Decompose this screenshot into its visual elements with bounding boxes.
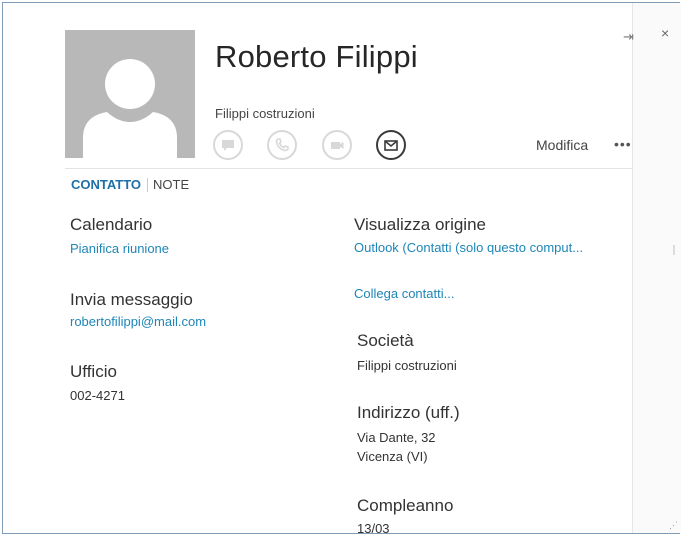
contact-card: Roberto Filippi Filippi costruzioni Modi… bbox=[3, 3, 633, 536]
chat-icon[interactable] bbox=[213, 130, 243, 160]
message-section: Invia messaggio robertofilippi@mail.com bbox=[70, 290, 206, 329]
avatar bbox=[65, 30, 195, 158]
address-line-2: Vicenza (VI) bbox=[357, 449, 428, 464]
company-section: Società Filippi costruzioni bbox=[357, 331, 457, 375]
address-label: Indirizzo (uff.) bbox=[357, 403, 460, 422]
schedule-meeting-link[interactable]: Pianifica riunione bbox=[70, 241, 169, 256]
contact-card-window: Roberto Filippi Filippi costruzioni Modi… bbox=[2, 2, 681, 536]
company-value: Filippi costruzioni bbox=[357, 358, 457, 373]
birthday-value: 13/03 bbox=[357, 521, 390, 536]
calendar-section: Calendario Pianifica riunione bbox=[70, 215, 169, 256]
side-panel-divider bbox=[673, 245, 675, 255]
birthday-label: Compleanno bbox=[357, 496, 454, 515]
message-label: Invia messaggio bbox=[70, 290, 193, 309]
more-options-button[interactable]: ••• bbox=[614, 136, 632, 152]
email-link[interactable]: robertofilippi@mail.com bbox=[70, 314, 206, 329]
tab-separator bbox=[147, 177, 149, 192]
office-phone: 002-4271 bbox=[70, 388, 125, 403]
tab-bar: CONTATTO NOTE bbox=[71, 177, 189, 194]
source-link[interactable]: Outlook (Contatti (solo questo comput... bbox=[354, 240, 583, 255]
header-divider bbox=[65, 168, 633, 169]
tab-note[interactable]: NOTE bbox=[153, 177, 189, 192]
calendar-label: Calendario bbox=[70, 215, 153, 234]
contact-name: Roberto Filippi bbox=[215, 39, 418, 74]
mail-icon[interactable] bbox=[376, 130, 406, 160]
edit-button[interactable]: Modifica bbox=[536, 137, 588, 153]
source-section: Visualizza origine Outlook (Contatti (so… bbox=[354, 215, 583, 255]
office-section: Ufficio 002-4271 bbox=[70, 362, 125, 405]
phone-icon[interactable] bbox=[267, 130, 297, 160]
company-label: Società bbox=[357, 331, 414, 350]
close-icon[interactable]: × bbox=[661, 25, 669, 41]
source-label: Visualizza origine bbox=[354, 215, 486, 234]
pin-icon[interactable]: ⇥ bbox=[623, 29, 634, 45]
birthday-section: Compleanno 13/03 bbox=[357, 496, 453, 538]
side-panel bbox=[632, 3, 681, 533]
resize-grip-icon[interactable]: ⋰ bbox=[669, 520, 678, 531]
video-icon[interactable] bbox=[322, 130, 352, 160]
address-section: Indirizzo (uff.) Via Dante, 32 Vicenza (… bbox=[357, 403, 460, 466]
tab-contatto[interactable]: CONTATTO bbox=[71, 177, 141, 192]
link-contacts-section: Collega contatti... bbox=[354, 286, 454, 301]
office-label: Ufficio bbox=[70, 362, 117, 381]
address-line-1: Via Dante, 32 bbox=[357, 430, 436, 445]
link-contacts-link[interactable]: Collega contatti... bbox=[354, 286, 454, 301]
contact-company: Filippi costruzioni bbox=[215, 106, 315, 121]
